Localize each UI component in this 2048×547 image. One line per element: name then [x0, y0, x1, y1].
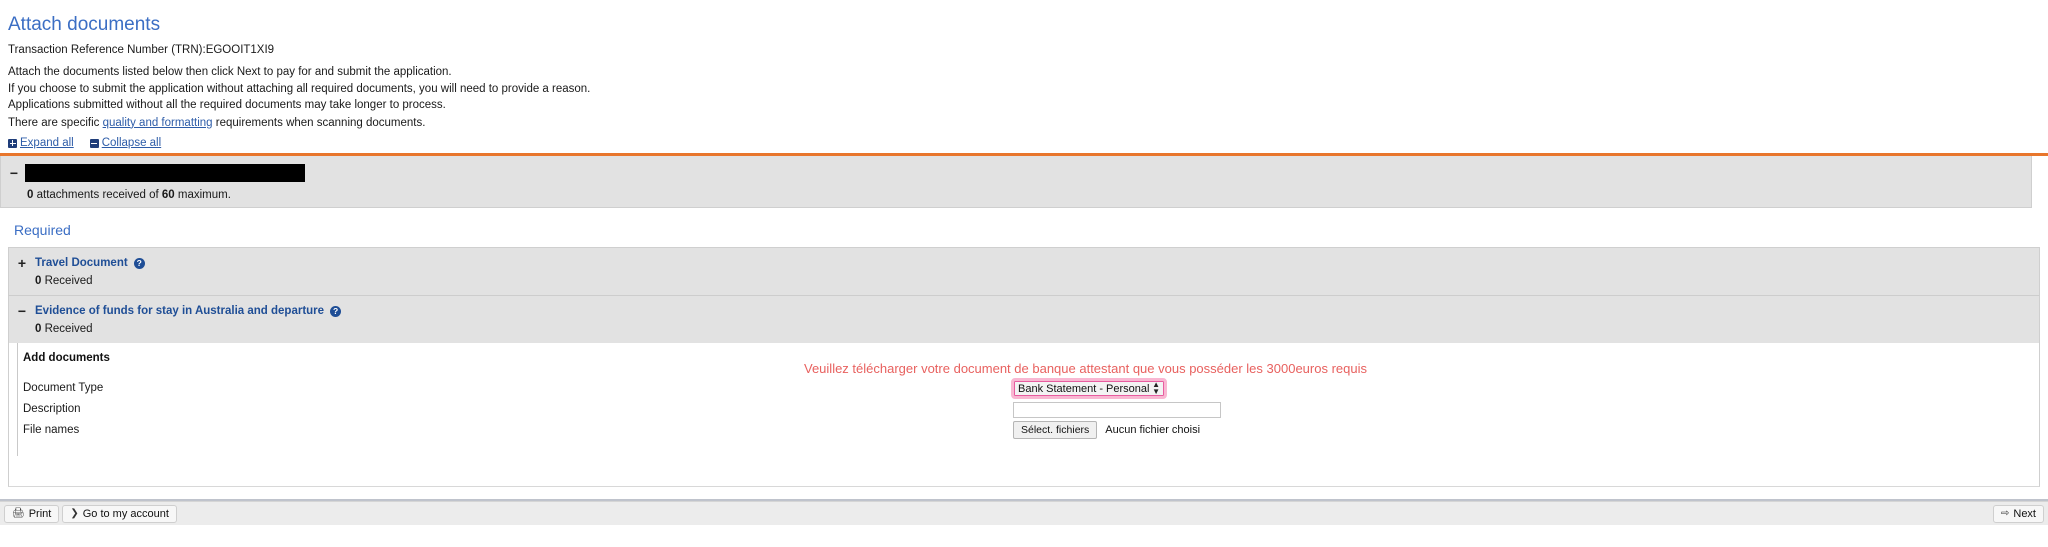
document-received-label: Received	[41, 323, 93, 335]
document-collapse-toggle[interactable]: −	[15, 304, 29, 318]
quality-and-formatting-link[interactable]: quality and formatting	[103, 117, 213, 129]
document-header: − Evidence of funds for stay in Australi…	[9, 304, 2039, 318]
intro-section: Attach documents Transaction Reference N…	[0, 0, 2048, 156]
file-names-label: File names	[23, 423, 80, 436]
required-section-heading: Required	[14, 222, 71, 238]
add-documents-inner: Add documents Veuillez télécharger votre…	[9, 352, 2039, 440]
go-to-my-account-label: Go to my account	[82, 507, 169, 520]
question-mark-icon[interactable]: ?	[133, 257, 145, 269]
collapse-all-label: Collapse all	[101, 137, 162, 149]
document-type-label: Document Type	[23, 381, 104, 394]
attachments-count-suffix: maximum.	[174, 189, 231, 201]
bottom-toolbar: 🖨 Print ❯ Go to my account ⇨ Next	[0, 501, 2048, 525]
file-names-field: Sélect. fichiers Aucun fichier choisi	[1013, 420, 1201, 439]
document-type-select-wrapper: Bank Statement - Personal ▲ ▼	[1011, 377, 1167, 399]
minus-square-icon	[89, 138, 99, 148]
go-to-my-account-button[interactable]: ❯ Go to my account	[62, 504, 177, 523]
attachments-count-mid: attachments received of	[33, 189, 162, 201]
question-mark-icon[interactable]: ?	[330, 305, 342, 317]
next-button[interactable]: ⇨ Next	[1992, 504, 2044, 523]
description-field	[1013, 400, 1221, 418]
expand-collapse-row: Expand all Collapse all	[8, 137, 2040, 149]
description-input[interactable]	[1013, 401, 1221, 418]
quality-formatting-line: There are specific quality and formattin…	[8, 116, 2040, 132]
attachments-header-row: −	[1, 164, 2031, 182]
expand-all-label: Expand all	[20, 137, 74, 149]
description-label: Description	[23, 402, 81, 415]
french-annotation-note: Veuillez télécharger votre document de b…	[804, 361, 1367, 376]
add-documents-form: Add documents Veuillez télécharger votre…	[8, 343, 2040, 487]
attachments-max-value: 60	[161, 189, 175, 201]
bottom-right-buttons: ⇨ Next	[1992, 504, 2044, 523]
document-row-evidence-of-funds[interactable]: − Evidence of funds for stay in Australi…	[8, 295, 2040, 343]
intro-line-2: If you choose to submit the application …	[8, 82, 591, 95]
select-files-button[interactable]: Sélect. fichiers	[1013, 420, 1098, 439]
intro-line-3: Applications submitted without all the r…	[8, 99, 446, 111]
bottom-spacer	[0, 487, 2048, 499]
arrow-right-icon: ⇨	[2000, 507, 2010, 519]
attachments-collapse-toggle[interactable]: −	[7, 166, 21, 180]
expand-all-link[interactable]: Expand all	[8, 137, 74, 149]
quality-line-suffix: requirements when scanning documents.	[212, 116, 426, 129]
print-button[interactable]: 🖨 Print	[4, 504, 60, 523]
document-row-travel-document[interactable]: + Travel Document ? 0 Received	[8, 247, 2040, 295]
quality-line-prefix: There are specific	[8, 116, 103, 129]
print-button-label: Print	[28, 507, 52, 520]
attachments-count-text: 0 attachments received of 60 maximum.	[1, 182, 2031, 201]
file-status-text: Aucun fichier choisi	[1105, 423, 1201, 436]
attachments-summary-panel: − 0 attachments received of 60 maximum.	[0, 156, 2032, 208]
collapse-all-link[interactable]: Collapse all	[89, 137, 162, 149]
document-received-text: 0 Received	[9, 269, 2039, 287]
document-received-label: Received	[41, 275, 93, 287]
document-type-field: Bank Statement - Personal ▲ ▼	[1011, 377, 1167, 399]
redacted-applicant-name	[25, 164, 305, 182]
printer-icon: 🖨	[12, 507, 25, 519]
document-received-text: 0 Received	[9, 317, 2039, 335]
intro-line-1: Attach the documents listed below then c…	[8, 66, 452, 78]
chevron-right-icon: ❯	[70, 507, 79, 519]
attach-documents-page: Attach documents Transaction Reference N…	[0, 0, 2048, 547]
document-expand-toggle[interactable]: +	[15, 256, 29, 270]
bottom-left-buttons: 🖨 Print ❯ Go to my account	[4, 504, 177, 523]
document-type-row: Document Type Bank Statement - Personal …	[23, 377, 2039, 399]
transaction-reference-number: Transaction Reference Number (TRN):EGOOI…	[8, 44, 275, 56]
document-title: Travel Document	[35, 257, 128, 269]
document-header: + Travel Document ?	[9, 256, 2039, 270]
document-type-select[interactable]: Bank Statement - Personal	[1011, 377, 1167, 399]
file-names-row: File names Sélect. fichiers Aucun fichie…	[23, 419, 2039, 440]
plus-square-icon	[8, 138, 17, 148]
document-title: Evidence of funds for stay in Australia …	[35, 305, 325, 317]
description-row: Description	[23, 398, 2039, 419]
next-button-label: Next	[2013, 507, 2036, 520]
page-title: Attach documents	[8, 14, 161, 35]
